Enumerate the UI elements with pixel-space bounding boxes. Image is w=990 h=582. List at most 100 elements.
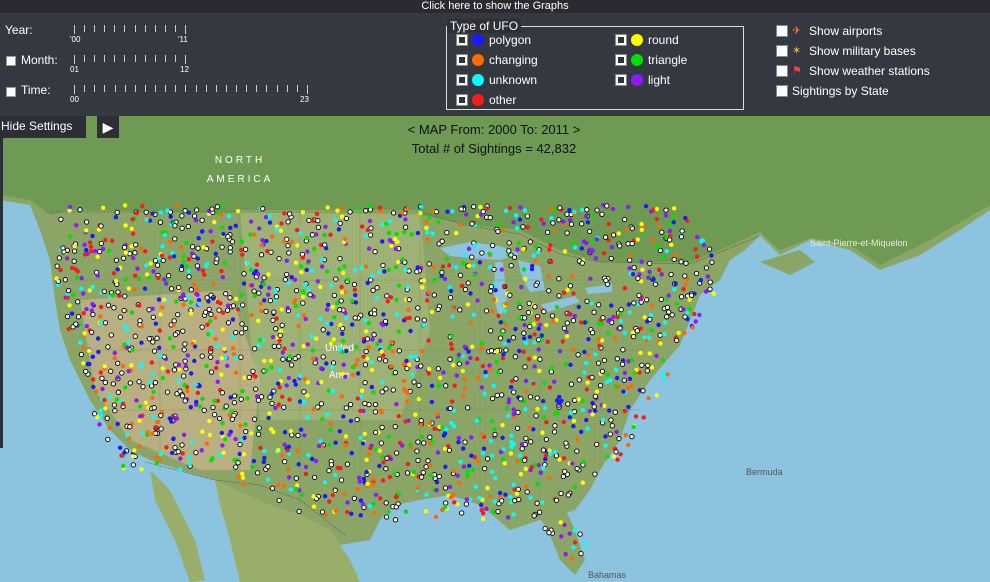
sighting-marker[interactable] xyxy=(541,415,547,420)
sighting-marker[interactable] xyxy=(344,316,349,321)
sighting-marker[interactable] xyxy=(527,323,533,330)
sighting-marker[interactable] xyxy=(596,321,601,326)
sighting-marker[interactable] xyxy=(418,422,424,428)
sighting-marker[interactable] xyxy=(204,295,210,301)
sighting-marker[interactable] xyxy=(534,500,540,506)
triangle-checkbox[interactable] xyxy=(615,54,627,66)
sighting-marker[interactable] xyxy=(242,246,249,253)
sighting-marker[interactable] xyxy=(256,290,262,296)
sighting-marker[interactable] xyxy=(345,277,351,282)
sighting-marker[interactable] xyxy=(450,333,455,339)
sighting-marker[interactable] xyxy=(123,250,129,255)
sighting-marker[interactable] xyxy=(140,324,145,329)
sighting-marker[interactable] xyxy=(325,205,330,210)
sighting-marker[interactable] xyxy=(415,265,420,270)
sighting-marker[interactable] xyxy=(683,260,689,266)
sighting-marker[interactable] xyxy=(610,232,617,238)
sighting-marker[interactable] xyxy=(154,455,159,460)
sighting-marker[interactable] xyxy=(511,411,517,417)
sighting-marker[interactable] xyxy=(305,415,310,420)
sighting-marker[interactable] xyxy=(549,366,554,371)
sighting-marker[interactable] xyxy=(95,415,100,420)
sighting-marker[interactable] xyxy=(591,309,597,315)
sighting-marker[interactable] xyxy=(524,213,531,219)
sighting-marker[interactable] xyxy=(113,215,119,220)
sighting-marker[interactable] xyxy=(396,491,402,496)
sighting-marker[interactable] xyxy=(120,401,126,406)
sighting-marker[interactable] xyxy=(542,405,548,411)
sighting-marker[interactable] xyxy=(394,402,399,407)
sighting-marker[interactable] xyxy=(384,293,390,299)
sighting-marker[interactable] xyxy=(461,354,466,359)
sighting-marker[interactable] xyxy=(383,500,389,506)
sighting-marker[interactable] xyxy=(240,252,245,257)
sighting-marker[interactable] xyxy=(462,439,468,445)
sighting-marker[interactable] xyxy=(322,232,327,238)
sighting-marker[interactable] xyxy=(561,325,568,331)
show-graphs-link[interactable]: Click here to show the Graphs xyxy=(0,0,990,13)
sighting-marker[interactable] xyxy=(130,462,136,468)
sighting-marker[interactable] xyxy=(509,433,514,438)
sighting-marker[interactable] xyxy=(394,297,399,302)
sighting-marker[interactable] xyxy=(435,366,441,372)
sighting-marker[interactable] xyxy=(503,347,509,353)
sighting-marker[interactable] xyxy=(558,490,564,497)
sighting-marker[interactable] xyxy=(521,267,527,272)
sighting-marker[interactable] xyxy=(660,254,666,260)
sighting-marker[interactable] xyxy=(188,300,194,305)
sighting-marker[interactable] xyxy=(214,204,221,210)
sighting-marker[interactable] xyxy=(664,296,669,302)
sighting-marker[interactable] xyxy=(181,347,187,353)
sighting-marker[interactable] xyxy=(559,534,564,539)
sighting-marker[interactable] xyxy=(174,203,180,208)
sighting-marker[interactable] xyxy=(122,203,128,208)
sighting-marker[interactable] xyxy=(466,246,472,251)
sighting-marker[interactable] xyxy=(500,227,505,233)
sighting-marker[interactable] xyxy=(328,462,335,468)
sighting-marker[interactable] xyxy=(547,385,553,390)
sighting-marker[interactable] xyxy=(393,246,398,251)
sighting-marker[interactable] xyxy=(418,204,424,209)
sighting-marker[interactable] xyxy=(525,225,530,230)
sighting-marker[interactable] xyxy=(333,509,339,514)
sighting-marker[interactable] xyxy=(364,233,369,238)
sighting-marker[interactable] xyxy=(648,312,654,317)
sighting-marker[interactable] xyxy=(461,260,466,266)
sighting-marker[interactable] xyxy=(231,399,238,406)
sighting-marker[interactable] xyxy=(90,377,96,382)
sighting-marker[interactable] xyxy=(604,379,610,385)
sighting-marker[interactable] xyxy=(683,282,689,287)
sighting-marker[interactable] xyxy=(54,263,60,269)
sighting-marker[interactable] xyxy=(110,381,117,387)
sighting-marker[interactable] xyxy=(546,530,552,536)
sighting-marker[interactable] xyxy=(186,454,192,460)
sighting-marker[interactable] xyxy=(439,238,445,244)
sighting-marker[interactable] xyxy=(469,221,475,227)
sighting-marker[interactable] xyxy=(607,431,613,437)
light-checkbox[interactable] xyxy=(615,74,627,86)
sighting-marker[interactable] xyxy=(682,273,688,279)
sighting-marker[interactable] xyxy=(432,426,437,431)
sighting-marker[interactable] xyxy=(405,461,411,467)
sighting-marker[interactable] xyxy=(562,468,568,475)
sighting-marker[interactable] xyxy=(382,358,389,364)
sighting-marker[interactable] xyxy=(523,378,529,384)
sighting-marker[interactable] xyxy=(603,277,609,284)
sighting-marker[interactable] xyxy=(251,271,257,276)
sighting-marker[interactable] xyxy=(676,330,681,336)
sighting-marker[interactable] xyxy=(470,467,475,472)
sighting-marker[interactable] xyxy=(456,435,462,441)
sighting-marker[interactable] xyxy=(480,516,486,522)
sighting-marker[interactable] xyxy=(621,389,626,394)
sighting-marker[interactable] xyxy=(54,276,59,281)
sighting-marker[interactable] xyxy=(403,509,409,514)
sighting-marker[interactable] xyxy=(667,237,673,243)
sighting-marker[interactable] xyxy=(295,243,300,248)
sighting-marker[interactable] xyxy=(643,297,650,303)
sighting-marker[interactable] xyxy=(336,227,342,232)
sighting-marker[interactable] xyxy=(184,240,189,246)
sighting-marker[interactable] xyxy=(323,513,329,518)
sighting-marker[interactable] xyxy=(200,429,205,434)
sighting-marker[interactable] xyxy=(359,265,364,271)
sighting-marker[interactable] xyxy=(426,338,431,343)
